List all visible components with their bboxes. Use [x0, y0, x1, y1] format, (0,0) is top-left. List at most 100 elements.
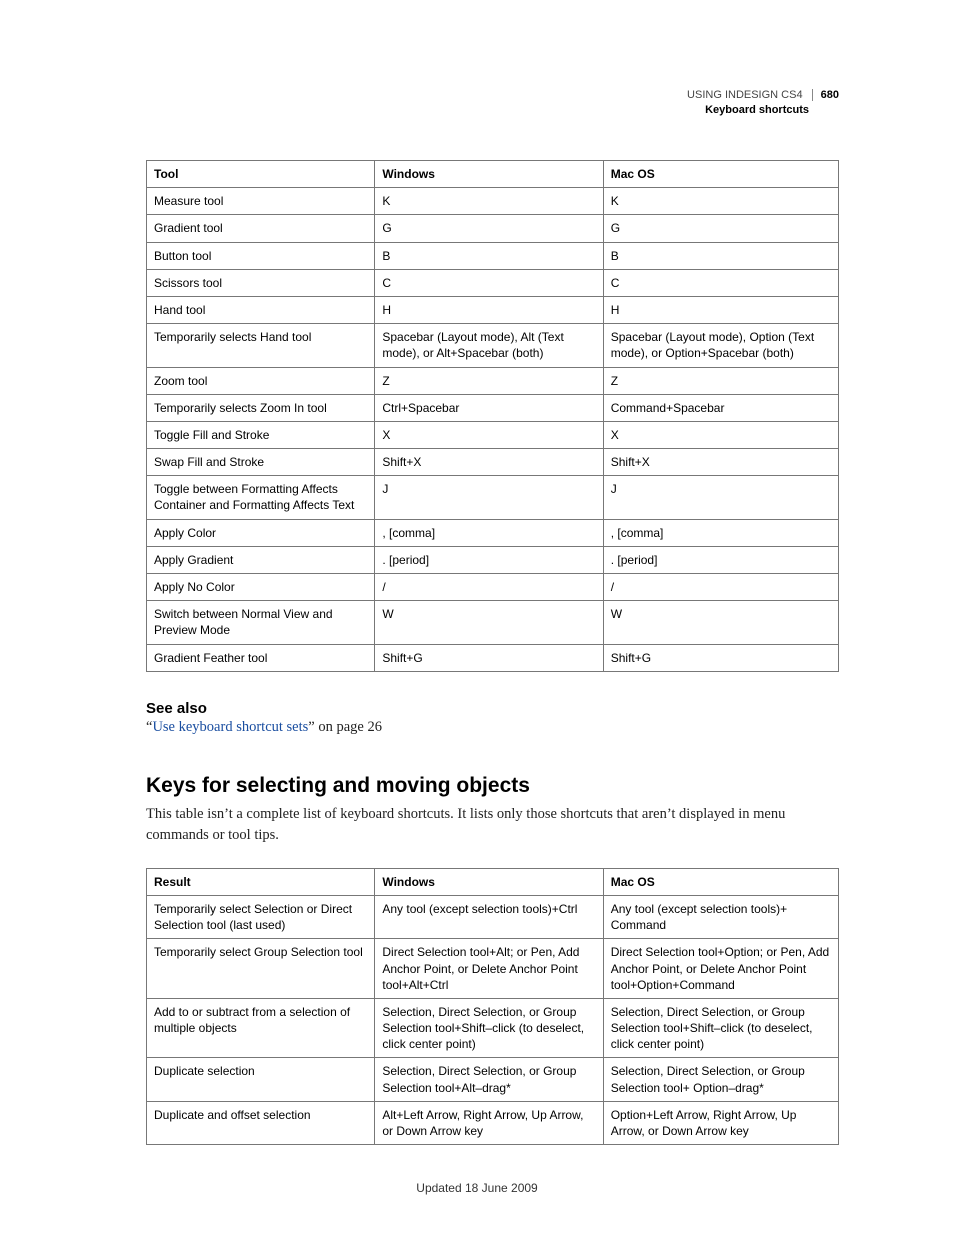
- col-windows: Windows: [375, 161, 603, 188]
- table-cell: B: [603, 242, 838, 269]
- table-cell: . [period]: [603, 546, 838, 573]
- table-cell: Swap Fill and Stroke: [147, 449, 375, 476]
- table-cell: Any tool (except selection tools)+ Comma…: [603, 895, 838, 938]
- table-cell: Shift+G: [603, 644, 838, 671]
- selecting-moving-table: Result Windows Mac OS Temporarily select…: [146, 868, 839, 1145]
- table-cell: Scissors tool: [147, 269, 375, 296]
- table-row: Gradient Feather toolShift+GShift+G: [147, 644, 839, 671]
- table-cell: Option+Left Arrow, Right Arrow, Up Arrow…: [603, 1101, 838, 1144]
- table-row: Temporarily selects Hand toolSpacebar (L…: [147, 324, 839, 367]
- running-header: USING INDESIGN CS4 680 Keyboard shortcut…: [687, 88, 839, 118]
- table-cell: X: [375, 421, 603, 448]
- table-row: Apply Color, [comma], [comma]: [147, 519, 839, 546]
- see-also-heading: See also: [146, 700, 839, 717]
- table-row: Temporarily selects Zoom In toolCtrl+Spa…: [147, 394, 839, 421]
- table-cell: Apply Gradient: [147, 546, 375, 573]
- table-row: Scissors toolCC: [147, 269, 839, 296]
- table-cell: Measure tool: [147, 188, 375, 215]
- table-cell: J: [603, 476, 838, 519]
- col-macos: Mac OS: [603, 161, 838, 188]
- table-row: Switch between Normal View and Preview M…: [147, 601, 839, 644]
- table-cell: Button tool: [147, 242, 375, 269]
- see-also-line: “Use keyboard shortcut sets” on page 26: [146, 719, 839, 736]
- table-cell: K: [375, 188, 603, 215]
- table-cell: Gradient Feather tool: [147, 644, 375, 671]
- table-row: Duplicate selectionSelection, Direct Sel…: [147, 1058, 839, 1101]
- table-cell: Duplicate selection: [147, 1058, 375, 1101]
- table-cell: Zoom tool: [147, 367, 375, 394]
- col-result: Result: [147, 868, 375, 895]
- table-cell: H: [603, 296, 838, 323]
- table-cell: Alt+Left Arrow, Right Arrow, Up Arrow, o…: [375, 1101, 603, 1144]
- table-cell: Shift+X: [603, 449, 838, 476]
- table-cell: Hand tool: [147, 296, 375, 323]
- table-cell: C: [603, 269, 838, 296]
- table-cell: K: [603, 188, 838, 215]
- table-cell: Command+Spacebar: [603, 394, 838, 421]
- col-tool: Tool: [147, 161, 375, 188]
- table-row: Zoom toolZZ: [147, 367, 839, 394]
- table-row: Apply Gradient. [period]. [period]: [147, 546, 839, 573]
- table-cell: Temporarily select Selection or Direct S…: [147, 895, 375, 938]
- table-cell: Selection, Direct Selection, or Group Se…: [603, 1058, 838, 1101]
- table-cell: Add to or subtract from a selection of m…: [147, 998, 375, 1058]
- table-row: Swap Fill and StrokeShift+XShift+X: [147, 449, 839, 476]
- table-row: Duplicate and offset selectionAlt+Left A…: [147, 1101, 839, 1144]
- col-macos: Mac OS: [603, 868, 838, 895]
- table-cell: Duplicate and offset selection: [147, 1101, 375, 1144]
- see-also-suffix: ” on page 26: [308, 719, 382, 735]
- table-cell: H: [375, 296, 603, 323]
- table-row: Apply No Color//: [147, 574, 839, 601]
- page-number: 680: [812, 89, 839, 101]
- table-cell: . [period]: [375, 546, 603, 573]
- table-row: Gradient toolGG: [147, 215, 839, 242]
- table-cell: Selection, Direct Selection, or Group Se…: [603, 998, 838, 1058]
- table-row: Temporarily select Selection or Direct S…: [147, 895, 839, 938]
- section-heading: Keys for selecting and moving objects: [146, 774, 839, 798]
- table-row: Temporarily select Group Selection toolD…: [147, 939, 839, 999]
- table-cell: Shift+G: [375, 644, 603, 671]
- table-cell: Toggle between Formatting Affects Contai…: [147, 476, 375, 519]
- table-cell: Spacebar (Layout mode), Option (Text mod…: [603, 324, 838, 367]
- table-cell: Z: [375, 367, 603, 394]
- content: Tool Windows Mac OS Measure toolKKGradie…: [146, 88, 839, 1145]
- table-cell: W: [375, 601, 603, 644]
- table-cell: Toggle Fill and Stroke: [147, 421, 375, 448]
- page: USING INDESIGN CS4 680 Keyboard shortcut…: [0, 0, 954, 1235]
- table-row: Button toolBB: [147, 242, 839, 269]
- table-cell: G: [375, 215, 603, 242]
- table-row: Toggle between Formatting Affects Contai…: [147, 476, 839, 519]
- table-cell: Temporarily select Group Selection tool: [147, 939, 375, 999]
- tools-shortcut-table: Tool Windows Mac OS Measure toolKKGradie…: [146, 160, 839, 672]
- table-cell: J: [375, 476, 603, 519]
- table-cell: /: [603, 574, 838, 601]
- table-cell: Selection, Direct Selection, or Group Se…: [375, 1058, 603, 1101]
- see-also-link[interactable]: Use keyboard shortcut sets: [152, 719, 308, 735]
- table-cell: Temporarily selects Hand tool: [147, 324, 375, 367]
- table-cell: Direct Selection tool+Option; or Pen, Ad…: [603, 939, 838, 999]
- col-windows: Windows: [375, 868, 603, 895]
- table-cell: /: [375, 574, 603, 601]
- table-row: Hand toolHH: [147, 296, 839, 323]
- table-cell: Direct Selection tool+Alt; or Pen, Add A…: [375, 939, 603, 999]
- table-cell: B: [375, 242, 603, 269]
- table-cell: Spacebar (Layout mode), Alt (Text mode),…: [375, 324, 603, 367]
- table-cell: Switch between Normal View and Preview M…: [147, 601, 375, 644]
- table-header-row: Tool Windows Mac OS: [147, 161, 839, 188]
- table-header-row: Result Windows Mac OS: [147, 868, 839, 895]
- table-cell: Temporarily selects Zoom In tool: [147, 394, 375, 421]
- section-name: Keyboard shortcuts: [687, 103, 839, 118]
- table-cell: Z: [603, 367, 838, 394]
- table-cell: C: [375, 269, 603, 296]
- table-cell: W: [603, 601, 838, 644]
- table-cell: G: [603, 215, 838, 242]
- table-cell: , [comma]: [603, 519, 838, 546]
- table-cell: Any tool (except selection tools)+Ctrl: [375, 895, 603, 938]
- table-cell: Apply No Color: [147, 574, 375, 601]
- table-cell: Selection, Direct Selection, or Group Se…: [375, 998, 603, 1058]
- section-intro: This table isn’t a complete list of keyb…: [146, 804, 839, 846]
- footer-updated: Updated 18 June 2009: [0, 1181, 954, 1195]
- doc-title: USING INDESIGN CS4: [687, 89, 803, 101]
- doc-title-line: USING INDESIGN CS4 680: [687, 88, 839, 103]
- table-row: Add to or subtract from a selection of m…: [147, 998, 839, 1058]
